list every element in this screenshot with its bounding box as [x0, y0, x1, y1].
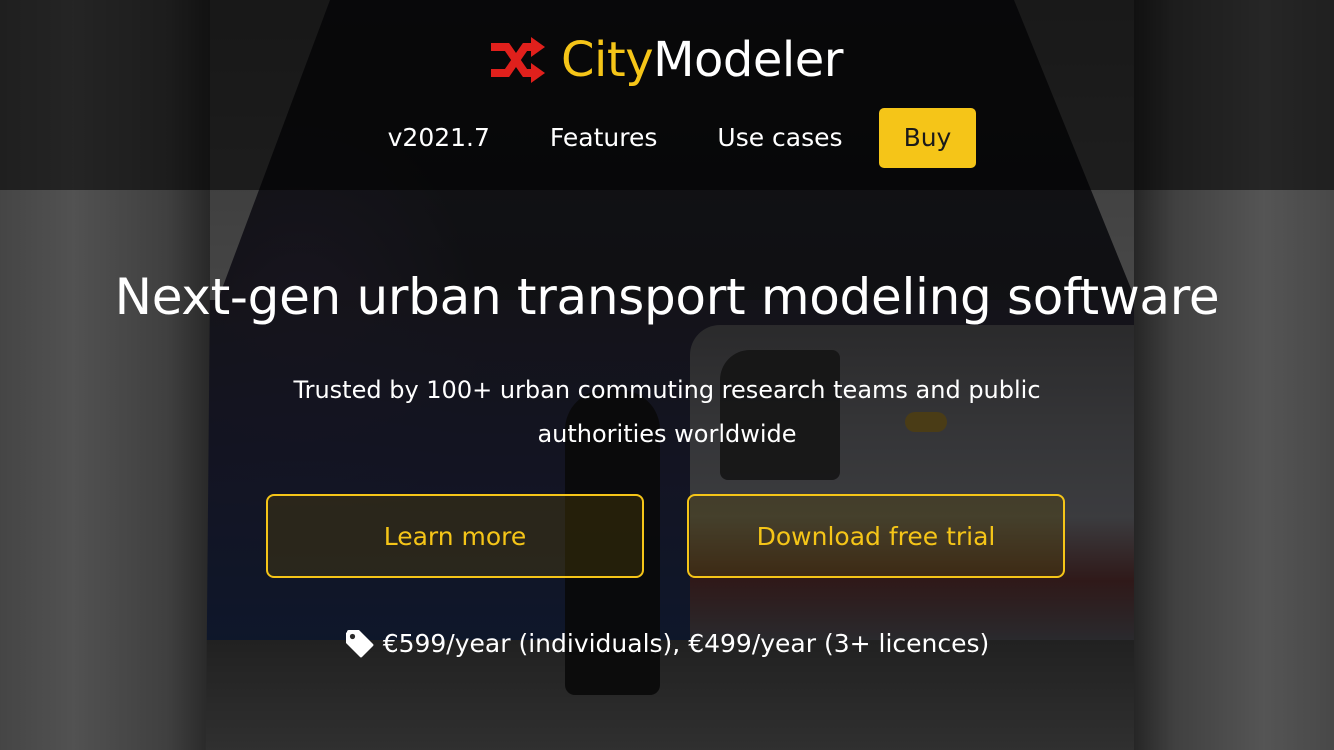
nav-item-version[interactable]: v2021.7: [358, 108, 520, 168]
shuffle-icon: [491, 35, 547, 85]
pricing-info: €599/year (individuals), €499/year (3+ l…: [0, 622, 1334, 666]
hero-title: Next-gen urban transport modeling softwa…: [114, 268, 1220, 326]
price-tag-icon: [345, 629, 375, 659]
brand-name-city: City: [561, 32, 654, 88]
brand-name-modeler: Modeler: [653, 32, 843, 88]
brand-name: CityModeler: [561, 30, 843, 90]
brand-logo[interactable]: CityModeler: [0, 30, 1334, 90]
download-trial-button[interactable]: Download free trial: [687, 494, 1065, 578]
buy-button[interactable]: Buy: [878, 108, 977, 168]
nav-item-features[interactable]: Features: [520, 108, 688, 168]
main-nav: v2021.7 Features Use cases Buy: [0, 108, 1334, 168]
nav-item-use-cases[interactable]: Use cases: [687, 108, 872, 168]
pricing-text: €599/year (individuals), €499/year (3+ l…: [382, 629, 990, 658]
learn-more-button[interactable]: Learn more: [266, 494, 644, 578]
landing-page: CityModeler v2021.7 Features Use cases B…: [0, 0, 1334, 750]
hero-subtitle: Trusted by 100+ urban commuting research…: [293, 376, 1041, 448]
